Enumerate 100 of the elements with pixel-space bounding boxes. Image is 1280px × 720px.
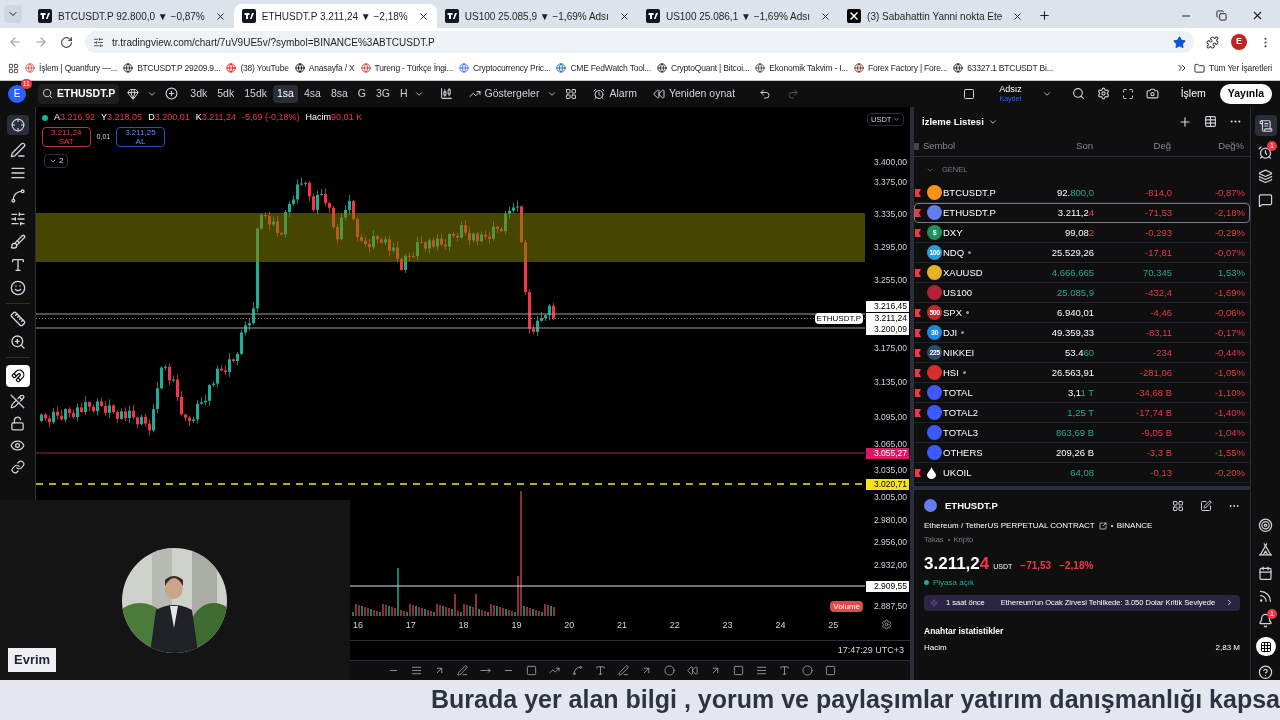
change-percent: -0,87%: [1213, 185, 1245, 200]
interval-tab[interactable]: 15dk: [240, 85, 271, 103]
price-tick-label: 2.980,00: [873, 514, 907, 526]
watchlist-row[interactable]: TOTAL 3,11 T -34,68 B -1,10%: [914, 382, 1250, 403]
watchlist-title[interactable]: İzleme Listesi: [922, 114, 984, 130]
symbol-name: XAUUSD: [943, 265, 983, 280]
date-label: 25: [828, 618, 839, 632]
price-tick-label: 3.065,00: [873, 438, 907, 450]
change-percent: -0,29%: [1213, 225, 1245, 240]
watchlist-row[interactable]: OTHERS 209,26 B -3,3 B -1,55%: [914, 442, 1250, 463]
column-header[interactable]: Değ: [1093, 139, 1171, 154]
bookmark[interactable]: Ekonomik Takvim - I...: [755, 61, 848, 75]
date-label: 20: [564, 618, 575, 632]
interval-tab[interactable]: 5dk: [213, 85, 239, 103]
interval-tab[interactable]: 1sa: [273, 85, 298, 103]
stat-value: 2,83 M: [1215, 642, 1240, 655]
address-bar[interactable]: tr.tradingview.com/chart/7uV9UE5v/?symbol=BINANCE%3ABTCUSDT.P: [85, 31, 1194, 53]
interval-tab[interactable]: 8sa: [326, 85, 352, 103]
watchlist-row[interactable]: TOTAL3 863,69 B -9,05 B -1,04%: [914, 422, 1250, 443]
indicators-collapse-button[interactable]: 2: [44, 153, 69, 168]
change-value: -17,74 B: [1135, 405, 1172, 420]
column-header[interactable]: Değ%: [1171, 139, 1244, 154]
ohlc-value: K3.211,24: [195, 110, 237, 124]
change-value: -814,0: [1144, 185, 1172, 200]
bookmark[interactable]: Cryptocurrency Pric...: [459, 61, 551, 75]
all-bookmarks-link[interactable]: Tüm Yer İşaretleri: [1194, 61, 1272, 75]
ohlc-value: D3.200,01: [148, 110, 190, 124]
price-tick-label: 2.887,50: [873, 600, 907, 612]
market-status: Piyasa açık: [933, 576, 974, 589]
watchlist-row[interactable]: BTCUSDT.P 92.800,0 -814,0 -0,87%: [914, 182, 1250, 203]
interval-tab[interactable]: 3G: [372, 85, 394, 103]
change-percent: -2,18%: [1213, 205, 1245, 220]
change-value: -0,13: [1149, 465, 1172, 480]
change-value: 70,345: [1141, 265, 1172, 280]
interval-tab[interactable]: G: [353, 85, 370, 103]
last-price: 209,26 B: [1054, 445, 1094, 460]
publish-button[interactable]: Yayınla: [1219, 84, 1272, 104]
sell-button[interactable]: 3.211,24 SAT: [42, 126, 91, 147]
bookmark[interactable]: Tureng - Türkçe İngi...: [360, 61, 454, 75]
section-title: Anahtar istatistikler: [924, 624, 1005, 638]
symbol-name: SPX: [943, 305, 962, 320]
last-price: 6.940,01: [1056, 305, 1094, 320]
change-percent: -1,69%: [1213, 285, 1245, 300]
time-label: 17:47:29 UTC+3: [837, 643, 904, 657]
price-marker: 2.909,55: [866, 580, 909, 592]
browser-tab[interactable]: (3) Sabahattin Yanni nokta Ete: [839, 4, 1032, 28]
browser-tab[interactable]: ETHUSDT.P 3.211,24 ▼ −2,18%: [233, 4, 437, 28]
browser-tab[interactable]: US100 25.086,1 ▼ −1,69% Adsı: [637, 4, 840, 28]
last-price: 53.460: [1063, 345, 1094, 360]
bookmark[interactable]: (38) YouTube: [226, 61, 289, 75]
alarm-button[interactable]: Alarm: [593, 86, 637, 102]
browser-tab[interactable]: BTCUSDT.P 92.800,0 ▼ −0,87%: [30, 4, 234, 28]
change-percent: -1,55%: [1213, 445, 1245, 460]
replay-button[interactable]: Yeniden oynat: [652, 86, 736, 102]
profile-avatar[interactable]: E: [1231, 34, 1247, 50]
watchlist-row[interactable]: XAUUSD 4.666,665 70,345 1,53%: [914, 262, 1250, 283]
change-value: -71,53: [1144, 205, 1172, 220]
indicators-button[interactable]: Göstergeler: [468, 86, 540, 102]
price-tick-label: 3.175,00: [873, 342, 907, 354]
change-percent: 1,53%: [1217, 265, 1245, 280]
last-price: 25.085,9: [1056, 285, 1094, 300]
symbol-name: US100: [943, 285, 973, 300]
ohlc-value: Y3.218,05: [101, 110, 143, 124]
watchlist-row[interactable]: US100 25.085,9 -432,4 -1,69%: [914, 282, 1250, 303]
bookmark[interactable]: 63327.1 BTCUSDT Bi...: [953, 61, 1054, 75]
price-marker: 3.055,27: [866, 447, 909, 459]
interval-tab[interactable]: 3dk: [186, 85, 212, 103]
price-tick-label: 3.335,00: [873, 208, 907, 220]
watchlist-row[interactable]: UKOIL 64,08 -0,13 -0,20%: [914, 462, 1250, 483]
exchange-name: BINANCE: [1116, 519, 1153, 532]
watchlist-row[interactable]: TOTAL2 1,25 T -17,74 B -1,40%: [914, 402, 1250, 423]
symbol-name: HSI: [943, 365, 959, 380]
price-tick-label: 3.035,00: [873, 464, 907, 476]
column-header[interactable]: Sembol: [923, 139, 956, 154]
symbol-search[interactable]: ETHUSDT.P: [38, 84, 120, 104]
symbol-name: DXY: [943, 225, 963, 240]
change-value: -5,69 (-0,18%): [242, 110, 300, 124]
symbol-price-tag: ETHUSDT.P: [814, 312, 863, 324]
participant-name: Evrim: [8, 648, 57, 672]
buy-button[interactable]: 3.211,25 AL: [116, 126, 165, 147]
symbol-name: ETHUSDT.P: [943, 205, 996, 220]
change-percent: -0,17%: [1213, 325, 1245, 340]
bookmark[interactable]: CryptoQuant | Bitcoi...: [656, 61, 750, 75]
bookmark[interactable]: CME FedWatch Tool...: [556, 61, 651, 75]
last-price: 25.529,26: [1050, 245, 1094, 260]
browser-tab[interactable]: US100 25.085,9 ▼ −1,69% Adsı: [436, 4, 638, 28]
watchlist-row[interactable]: ETHUSDT.P 3.211,24 -71,53 -2,18%: [914, 202, 1250, 223]
watchlist-row[interactable]: HSI 26.563,91 -281,06 -1,05%: [914, 362, 1250, 383]
bookmark[interactable]: Anasayfa / X: [294, 61, 355, 75]
interval-tab[interactable]: H: [396, 85, 412, 103]
interval-tab[interactable]: 4sa: [299, 85, 325, 103]
column-header[interactable]: Son: [1008, 139, 1093, 154]
last-price: 863,69 B: [1054, 425, 1094, 440]
trade-button[interactable]: İşlem: [1174, 84, 1212, 104]
bookmark[interactable]: BTCUSDT.P 29209.9...: [123, 61, 221, 75]
bookmark[interactable]: Forex Factory | Fore...: [853, 61, 948, 75]
bookmark[interactable]: İşlem | Quantfury —...: [25, 61, 118, 75]
change-value: -432,4: [1144, 285, 1172, 300]
price-tick-label: 3.295,00: [873, 241, 907, 253]
price-marker: 3.216,45: [866, 300, 909, 312]
